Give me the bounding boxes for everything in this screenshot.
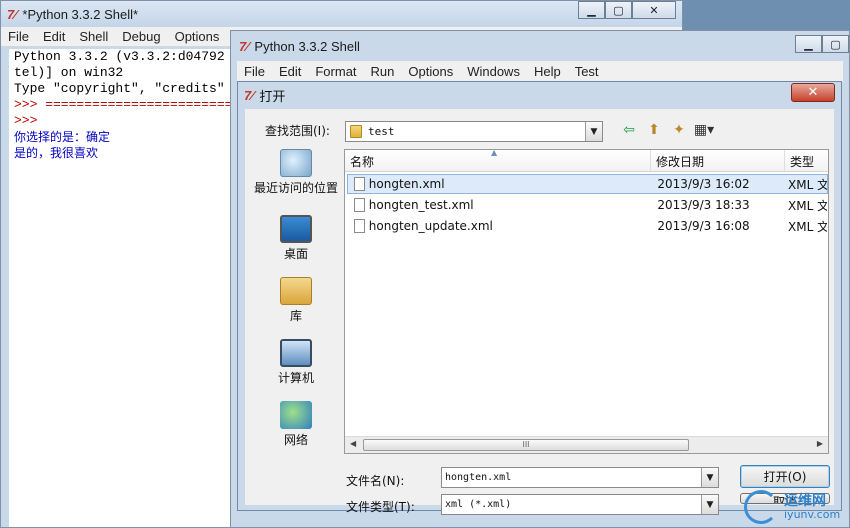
place-computer[interactable]: 计算机	[253, 339, 339, 386]
column-header-label: 名称	[350, 155, 375, 169]
file-list[interactable]: ▲ 名称 修改日期 类型 hongten.xml 2013/9/3 16:02 …	[344, 148, 829, 454]
look-in-label: 查找范围(I):	[265, 124, 330, 138]
menu-shell[interactable]: Shell	[72, 29, 115, 44]
network-icon	[280, 401, 312, 429]
file-list-header: ▲ 名称 修改日期 类型	[345, 148, 828, 172]
file-date: 2013/9/3 16:02	[657, 177, 750, 191]
column-header-label: 类型	[790, 155, 815, 169]
filename-label: 文件名(N):	[346, 474, 405, 488]
watermark-url: iyunv.com	[784, 508, 841, 521]
menu-file[interactable]: File	[237, 64, 272, 79]
folder-icon	[350, 125, 362, 138]
file-name: hongten_update.xml	[368, 219, 493, 233]
libraries-icon	[280, 277, 312, 305]
filetype-value: xml (*.xml)	[445, 499, 512, 510]
window-title: Python 3.3.2 Shell	[254, 38, 360, 54]
chevron-down-icon[interactable]: ▼	[701, 495, 718, 514]
file-date: 2013/9/3 16:08	[657, 219, 750, 233]
dialog-close-button[interactable]: ✕	[791, 83, 835, 102]
menu-run[interactable]: Run	[364, 64, 402, 79]
column-header-type[interactable]: 类型	[785, 150, 828, 171]
menu-help[interactable]: Help	[527, 64, 568, 79]
file-row[interactable]: hongten_test.xml 2013/9/3 18:33 XML 文	[347, 195, 828, 215]
view-menu-icon[interactable]: ▦▾	[694, 122, 714, 138]
place-label: 库	[289, 309, 302, 323]
chevron-down-icon[interactable]: ▼	[585, 122, 602, 141]
file-name: hongten.xml	[368, 177, 445, 191]
scroll-left-icon[interactable]: ◀	[350, 439, 356, 448]
menu-debug[interactable]: Debug	[115, 29, 167, 44]
menu-options[interactable]: Options	[168, 29, 227, 44]
column-header-name[interactable]: ▲ 名称	[345, 148, 651, 171]
filetype-select[interactable]: xml (*.xml) ▼	[441, 494, 719, 515]
menubar: File Edit Format Run Options Windows Hel…	[237, 61, 843, 83]
open-file-dialog: 7⁄ 打开 ✕ 查找范围(I): test ▼ ⇦ ⬆ ✦ ▦▾ 最近访问的位置…	[237, 81, 842, 515]
file-date: 2013/9/3 18:33	[657, 198, 750, 212]
file-row[interactable]: hongten_update.xml 2013/9/3 16:08 XML 文	[347, 216, 828, 236]
titlebar[interactable]: 7⁄ Python 3.3.2 Shell	[231, 31, 849, 61]
horizontal-scrollbar[interactable]: ◀ III ▶	[345, 436, 828, 453]
column-header-label: 修改日期	[656, 155, 705, 169]
place-libraries[interactable]: 库	[253, 277, 339, 324]
sort-ascending-icon: ▲	[491, 148, 498, 157]
place-label: 最近访问的位置	[253, 181, 338, 195]
file-type: XML 文	[788, 177, 827, 192]
caption-buttons: ▁ ▢ ✕	[578, 1, 676, 19]
place-desktop[interactable]: 桌面	[253, 215, 339, 262]
watermark-logo: 运维网 iyunv.com	[744, 488, 844, 526]
filename-input[interactable]: hongten.xml ▼	[441, 467, 719, 488]
scrollbar-thumb[interactable]: III	[363, 439, 689, 451]
menu-edit[interactable]: Edit	[36, 29, 72, 44]
file-row[interactable]: hongten.xml 2013/9/3 16:02 XML 文	[347, 174, 828, 194]
computer-icon	[280, 339, 312, 367]
look-in-value: test	[368, 125, 395, 138]
menu-test[interactable]: Test	[568, 64, 606, 79]
close-button[interactable]: ✕	[632, 1, 676, 19]
places-bar: 最近访问的位置 桌面 库 计算机 网络	[253, 149, 339, 461]
open-button[interactable]: 打开(O)	[740, 465, 830, 488]
look-in-combo[interactable]: test ▼	[345, 121, 603, 142]
watermark-text: 运维网	[784, 493, 826, 509]
recent-places-icon	[280, 149, 312, 177]
menu-options[interactable]: Options	[401, 64, 460, 79]
xml-file-icon	[354, 177, 365, 191]
tk-logo-icon: 7⁄	[7, 6, 17, 22]
dialog-body: 查找范围(I): test ▼ ⇦ ⬆ ✦ ▦▾ 最近访问的位置 桌面 库 计算…	[245, 109, 834, 515]
file-name: hongten_test.xml	[368, 198, 474, 212]
menu-edit[interactable]: Edit	[272, 64, 308, 79]
minimize-button[interactable]: ▁	[578, 1, 605, 19]
toolbar: ⇦ ⬆ ✦ ▦▾	[620, 122, 714, 138]
column-header-date[interactable]: 修改日期	[651, 150, 785, 171]
place-recent[interactable]: 最近访问的位置	[253, 149, 339, 196]
window-title: *Python 3.3.2 Shell*	[22, 6, 139, 22]
menu-file[interactable]: File	[1, 29, 36, 44]
place-label: 网络	[283, 433, 308, 447]
desktop-icon	[280, 215, 312, 243]
dialog-title: 打开	[259, 89, 286, 105]
menu-format[interactable]: Format	[308, 64, 363, 79]
scroll-right-icon[interactable]: ▶	[817, 439, 823, 448]
xml-file-icon	[354, 219, 365, 233]
maximize-button[interactable]: ▢	[605, 1, 632, 19]
filename-value: hongten.xml	[445, 472, 512, 483]
file-type: XML 文	[788, 219, 827, 234]
dialog-titlebar[interactable]: 7⁄ 打开	[238, 82, 841, 108]
back-arrow-icon[interactable]: ⇦	[620, 122, 638, 138]
new-folder-icon[interactable]: ✦	[670, 122, 688, 138]
place-network[interactable]: 网络	[253, 401, 339, 448]
minimize-button[interactable]: ▁	[795, 35, 822, 53]
watermark-arc-icon	[744, 490, 778, 524]
up-folder-icon[interactable]: ⬆	[645, 122, 663, 138]
maximize-button[interactable]: ▢	[822, 35, 849, 53]
menu-windows[interactable]: Windows	[460, 64, 527, 79]
caption-buttons: ▁ ▢	[795, 35, 849, 53]
place-label: 计算机	[277, 371, 314, 385]
chevron-down-icon[interactable]: ▼	[701, 468, 718, 487]
tk-logo-icon: 7⁄	[244, 87, 254, 103]
xml-file-icon	[354, 198, 365, 212]
filetype-label: 文件类型(T):	[346, 500, 415, 514]
file-type: XML 文	[788, 198, 827, 213]
place-label: 桌面	[283, 247, 308, 261]
tk-logo-icon: 7⁄	[239, 38, 249, 54]
